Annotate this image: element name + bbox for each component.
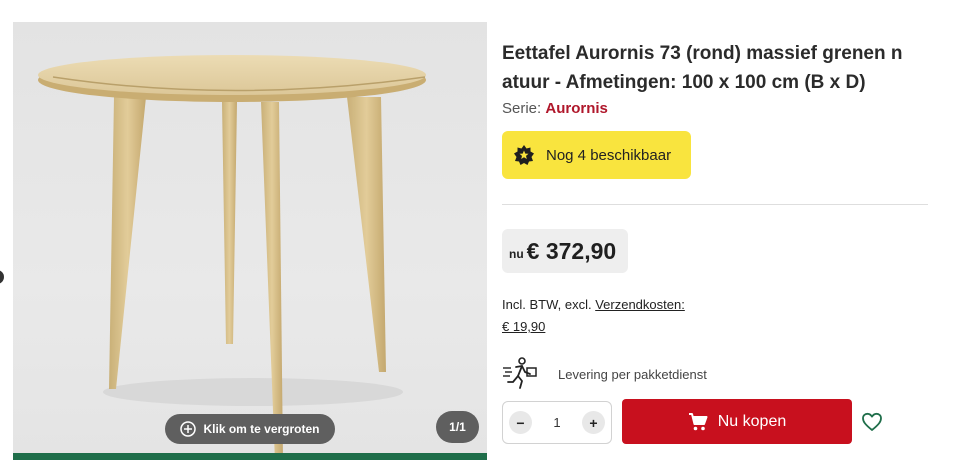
zoom-button[interactable]: Klik om te vergroten (165, 414, 335, 444)
quantity-stepper: − + (502, 401, 612, 444)
product-image (38, 55, 426, 460)
cart-icon (688, 412, 708, 430)
quantity-decrease-button[interactable]: − (509, 411, 532, 434)
carousel-edge-handle[interactable] (0, 270, 4, 284)
delivery-info: Levering per pakketdienst (502, 356, 707, 392)
heart-icon (862, 412, 882, 431)
price-value: € 372,90 (526, 237, 617, 264)
delivery-text: Levering per pakketdienst (558, 366, 707, 382)
buy-now-button[interactable]: Nu kopen (622, 399, 852, 444)
product-image-gallery[interactable]: Klik om te vergroten 1/1 (13, 22, 487, 460)
zoom-label: Klik om te vergroten (203, 422, 320, 436)
shipping-cost-value[interactable]: € 19,90 (502, 319, 545, 334)
vat-info: Incl. BTW, excl. Verzendkosten: € 19,90 (502, 294, 685, 338)
stock-badge: Nog 4 beschikbaar (502, 131, 691, 179)
product-title: Eettafel Aurornis 73 (rond) massief gren… (502, 43, 903, 93)
image-counter: 1/1 (436, 411, 479, 443)
badge-star-icon (514, 145, 534, 165)
stock-text: Nog 4 beschikbaar (546, 146, 672, 164)
shipping-cost-link[interactable]: Verzendkosten: (595, 297, 685, 312)
wishlist-button[interactable] (861, 411, 883, 433)
quantity-increase-button[interactable]: + (582, 411, 605, 434)
courier-icon (503, 357, 537, 389)
image-counter-text: 1/1 (449, 420, 466, 434)
series-link[interactable]: Aurornis (545, 100, 608, 117)
price-prefix: nu (509, 247, 524, 261)
buy-now-label: Nu kopen (717, 412, 787, 430)
series-label: Serie: (502, 100, 542, 117)
divider (502, 204, 928, 205)
gallery-progress-bar (13, 453, 487, 460)
product-series: Serie: Aurornis (502, 100, 608, 117)
price-box: nu € 372,90 (502, 229, 628, 273)
quantity-input[interactable] (535, 414, 579, 431)
vat-text: Incl. BTW, excl. (502, 297, 592, 312)
plus-circle-icon (180, 421, 197, 437)
